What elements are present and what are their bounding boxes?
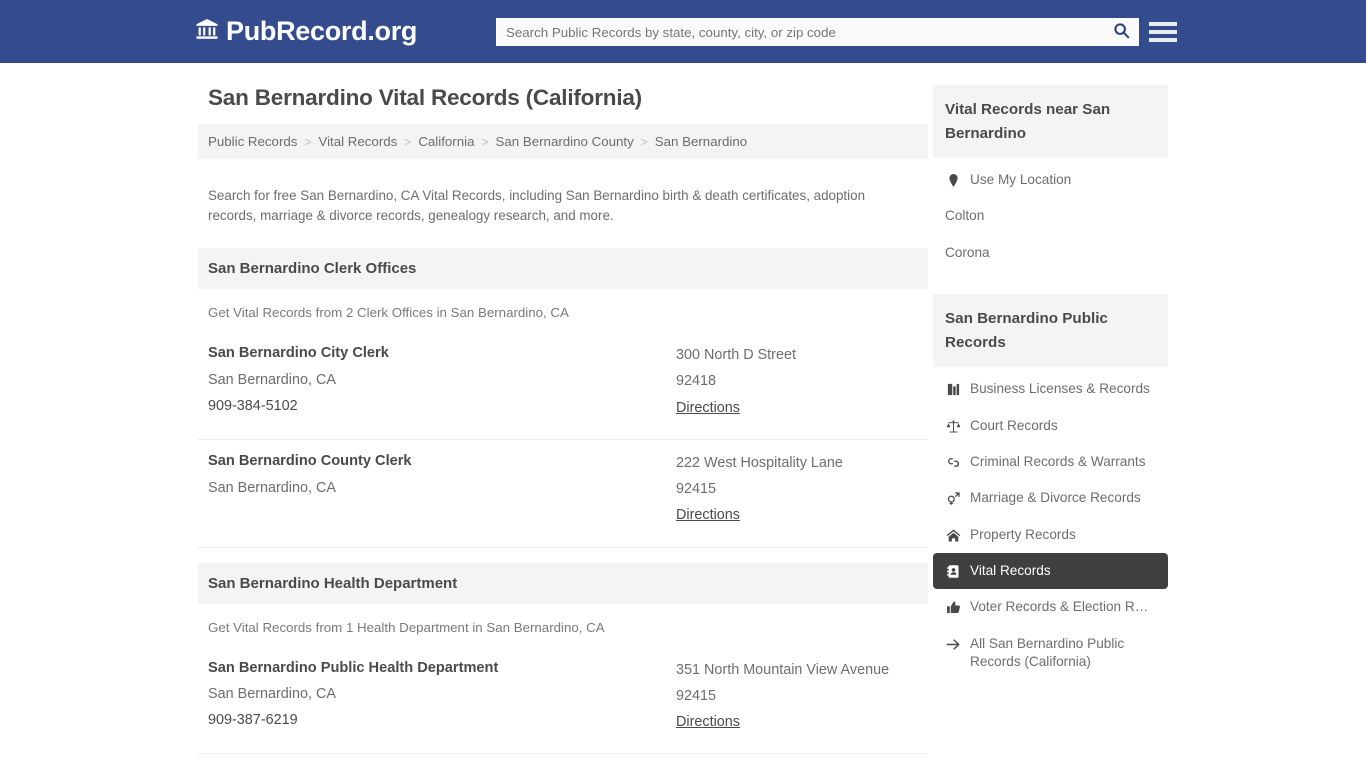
map-pin-icon xyxy=(945,172,962,189)
breadcrumb-separator: > xyxy=(304,134,312,149)
address-book-icon xyxy=(945,563,962,580)
sidebar-record-item-label: Court Records xyxy=(970,417,1058,433)
organization-street: 300 North D Street xyxy=(676,347,796,364)
listing-right: 300 North D Street 92418 Directions xyxy=(676,342,918,421)
search-button[interactable] xyxy=(1104,19,1138,45)
breadcrumb-item[interactable]: San Bernardino County xyxy=(496,134,634,149)
bank-icon xyxy=(195,17,219,46)
sidebar-near-list: Use My Location Colton Corona xyxy=(933,158,1168,271)
breadcrumb: Public Records > Vital Records > California >… xyxy=(198,124,928,159)
sidebar-record-item-business-licenses-records[interactable]: Business Licenses & Records xyxy=(933,371,1168,407)
building-icon xyxy=(945,381,962,398)
organization-city-state: San Bernardino, CA xyxy=(208,371,336,388)
home-icon xyxy=(945,527,962,544)
thumbs-up-icon xyxy=(945,599,962,616)
handcuffs-icon xyxy=(945,454,962,471)
search-bar[interactable] xyxy=(496,18,1139,46)
balance-scale-icon xyxy=(945,418,962,435)
sidebar-records-heading: San Bernardino Public Records xyxy=(933,294,1168,368)
organization-zip: 92415 xyxy=(676,687,717,704)
organization-name[interactable]: San Bernardino City Clerk xyxy=(208,342,676,365)
section-subtitle: Get Vital Records from 1 Health Departme… xyxy=(208,619,605,635)
sidebar: Vital Records near San Bernardino Use My… xyxy=(933,85,1168,768)
listing-left: San Bernardino Public Health Department S… xyxy=(208,657,676,736)
listing-left: San Bernardino City Clerk San Bernardino,… xyxy=(208,342,676,421)
sidebar-near-item-use-my-location[interactable]: Use My Location xyxy=(933,162,1168,198)
listing-left: San Bernardino County Clerk San Bernardin… xyxy=(208,450,676,529)
page-body: San Bernardino Vital Records (California… xyxy=(0,63,1366,768)
sidebar-record-item-vital-records[interactable]: Vital Records xyxy=(933,553,1168,590)
listing-row: San Bernardino City Clerk San Bernardino,… xyxy=(198,332,928,440)
sidebar-record-item-label: Marriage & Divorce Records xyxy=(970,490,1141,506)
organization-name[interactable]: San Bernardino County Clerk xyxy=(208,450,676,473)
breadcrumb-separator: > xyxy=(404,134,412,149)
directions-link[interactable]: Directions xyxy=(676,395,740,421)
breadcrumb-item[interactable]: Public Records xyxy=(208,134,297,149)
sidebar-record-item-voter-records-election-r[interactable]: Voter Records & Election R… xyxy=(933,589,1168,625)
listing-right: 351 North Mountain View Avenue 92415 Direc… xyxy=(676,657,918,736)
site-header: PubRecord.org xyxy=(0,0,1366,63)
directions-link[interactable]: Directions xyxy=(676,709,740,735)
sidebar-record-item-label: All San Bernardino Public Records (Calif… xyxy=(970,635,1125,670)
sidebar-record-item-label: Vital Records xyxy=(970,563,1051,578)
organization-phone[interactable]: 909-384-5102 xyxy=(208,393,676,419)
site-logo[interactable]: PubRecord.org xyxy=(195,17,417,46)
search-input[interactable] xyxy=(497,19,1104,45)
sections-container: San Bernardino Clerk Offices Get Vital Re… xyxy=(198,248,928,768)
sidebar-near-heading: Vital Records near San Bernardino xyxy=(933,85,1168,159)
section-heading: San Bernardino Health Department xyxy=(198,562,928,604)
sidebar-record-item-label: Property Records xyxy=(970,526,1076,542)
sidebar-record-item-criminal-records-warrants[interactable]: Criminal Records & Warrants xyxy=(933,444,1168,480)
sidebar-record-item-label: Criminal Records & Warrants xyxy=(970,453,1146,469)
listing-right: 222 West Hospitality Lane 92415 Directions xyxy=(676,450,918,529)
breadcrumb-item[interactable]: San Bernardino xyxy=(655,134,747,149)
breadcrumb-separator: > xyxy=(640,134,648,149)
organization-street: 351 North Mountain View Avenue xyxy=(676,661,890,678)
search-icon xyxy=(1113,22,1130,42)
sidebar-record-item-marriage-divorce-records[interactable]: Marriage & Divorce Records xyxy=(933,480,1168,516)
listing-row: San Bernardino Public Health Department S… xyxy=(198,647,928,755)
section-subtitle: Get Vital Records from 2 Clerk Offices i… xyxy=(208,305,569,321)
organization-street: 222 West Hospitality Lane xyxy=(676,454,843,471)
sidebar-record-item-all-san-bernardino-public-records-california[interactable]: All San Bernardino Public Records (Calif… xyxy=(933,626,1168,681)
organization-zip: 92418 xyxy=(676,373,717,390)
page-title: San Bernardino Vital Records (California… xyxy=(208,85,642,110)
directions-link[interactable]: Directions xyxy=(676,502,740,528)
sidebar-near-item-colton[interactable]: Colton xyxy=(933,198,1168,234)
organization-name[interactable]: San Bernardino Public Health Department xyxy=(208,657,676,680)
organization-zip: 92415 xyxy=(676,481,717,498)
sidebar-records-list: Business Licenses & Records Court Records… xyxy=(933,367,1168,680)
main-content: San Bernardino Vital Records (California… xyxy=(198,85,928,768)
hamburger-menu-icon[interactable] xyxy=(1149,18,1177,46)
breadcrumb-item[interactable]: California xyxy=(418,134,474,149)
site-logo-text: PubRecord.org xyxy=(226,16,418,46)
page-description: Search for free San Bernardino, CA Vital… xyxy=(208,188,866,223)
organization-city-state: San Bernardino, CA xyxy=(208,686,336,703)
sidebar-near-item-corona[interactable]: Corona xyxy=(933,235,1168,271)
sidebar-record-item-label: Voter Records & Election R… xyxy=(970,599,1149,615)
organization-city-state: San Bernardino, CA xyxy=(208,479,336,496)
section-heading: San Bernardino Clerk Offices xyxy=(198,248,928,290)
sidebar-record-item-property-records[interactable]: Property Records xyxy=(933,517,1168,553)
sidebar-record-item-court-records[interactable]: Court Records xyxy=(933,408,1168,444)
venus-mars-icon xyxy=(945,490,962,507)
arrow-right-icon xyxy=(945,636,962,653)
breadcrumb-separator: > xyxy=(481,134,489,149)
sidebar-near-item-label: Use My Location xyxy=(970,172,1072,188)
listing-row: San Bernardino County Clerk San Bernardin… xyxy=(198,440,928,548)
breadcrumb-item[interactable]: Vital Records xyxy=(318,134,397,149)
organization-phone[interactable]: 909-387-6219 xyxy=(208,707,676,733)
sidebar-record-item-label: Business Licenses & Records xyxy=(970,381,1150,397)
